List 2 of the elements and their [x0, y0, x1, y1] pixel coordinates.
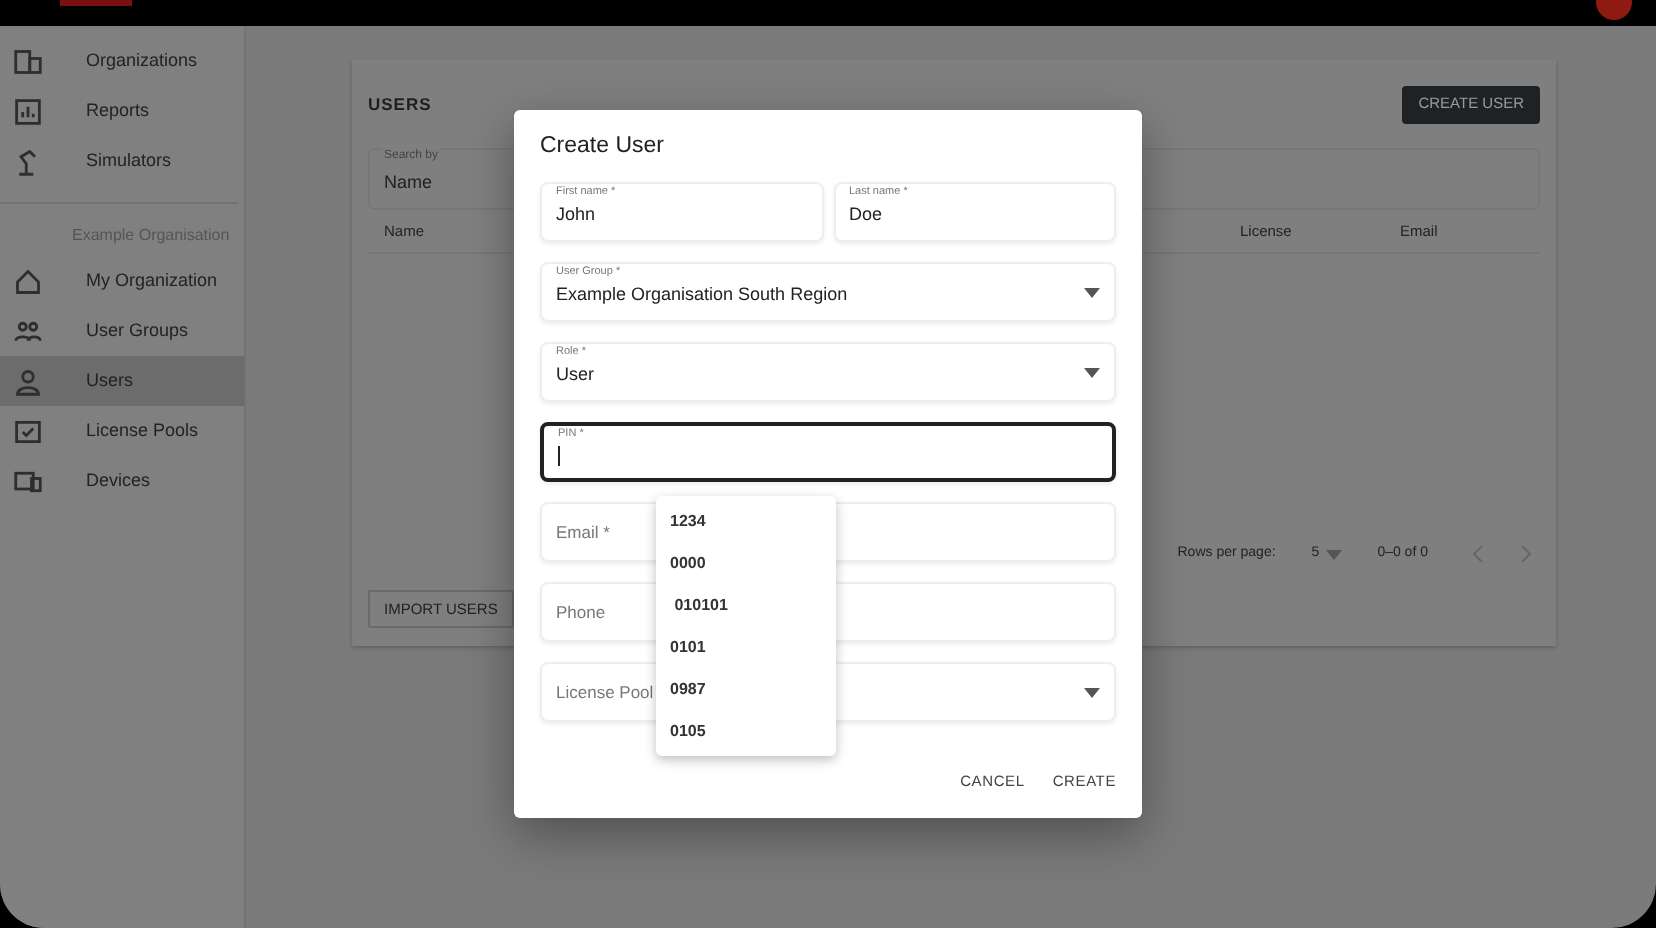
dialog-title: Create User [540, 132, 666, 162]
page-title: USERS [368, 91, 432, 117]
